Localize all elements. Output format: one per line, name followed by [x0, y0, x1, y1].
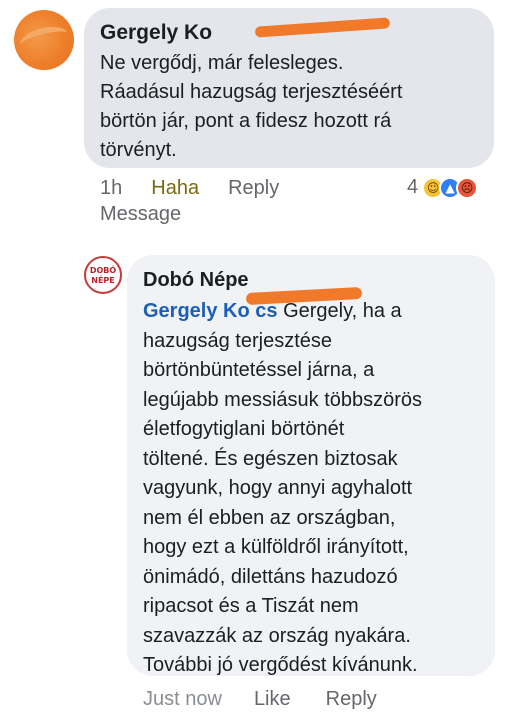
reply-bubble[interactable]: Dobó Népe Gergely Ko cs Gergely, ha a ha… — [127, 255, 495, 676]
reply-text-line: börtönbüntetéssel járna, a — [143, 359, 375, 381]
reply-text-line: További jó vergődést kívánunk. — [143, 654, 418, 676]
reaction-count: 4 — [407, 176, 419, 198]
comment-text-line: törvényt. — [100, 139, 177, 161]
reply-button[interactable]: Reply — [326, 686, 377, 712]
angry-reaction-icon: ☹ — [456, 176, 479, 199]
reply-text-line: legújabb messiásuk többszörös — [143, 388, 423, 411]
comment-actions: 1h Haha Reply — [100, 175, 308, 201]
comment-timestamp: 1h — [100, 177, 123, 199]
like-button[interactable]: Like — [254, 686, 291, 712]
comment-thread: Gergely Ko Ne vergődj, már felesleges. R… — [0, 0, 511, 720]
reply-button[interactable]: Reply — [228, 175, 279, 201]
avatar-logo-text: DOBÓ — [89, 266, 117, 275]
reply-text-segment: Gergely, ha a — [277, 300, 402, 322]
reply-text-line: szavazzák az ország nyakára. — [143, 624, 411, 647]
reply-text-line: életfogytiglani börtönét — [143, 418, 345, 440]
commenter-avatar[interactable] — [14, 10, 74, 70]
comment-bubble[interactable]: Gergely Ko Ne vergődj, már felesleges. R… — [84, 8, 494, 168]
comment-author-name[interactable]: Gergely Ko — [100, 20, 212, 46]
avatar-logo-text: NÉPE — [91, 276, 115, 285]
redaction-scribble — [18, 22, 70, 56]
reply-text-line: ripacsot és a Tiszát nem — [143, 595, 359, 617]
page-avatar[interactable]: DOBÓ NÉPE — [84, 256, 122, 294]
reply-text-line: vagyunk, hogy annyi agyhalott — [143, 477, 413, 499]
reply-text-line: önimádó, dilettáns hazudozó — [143, 565, 398, 588]
reply-timestamp: Just now — [143, 688, 222, 710]
name-redaction-mark — [254, 17, 391, 38]
reply-text-line: hazugság terjesztése — [143, 329, 333, 352]
comment-text-line: Ne vergődj, már felesleges. — [100, 52, 344, 74]
comment-text-line: Ráadásul hazugság terjesztéséért — [100, 81, 403, 103]
reply-text-line: nem él ebben az országban, — [143, 506, 396, 529]
comment-text: Ne vergődj, már felesleges. Ráadásul haz… — [100, 49, 480, 165]
reply-text-line: töltené. És egészen biztosak — [143, 447, 398, 470]
reply-text-line: hogy ezt a külföldről irányított, — [143, 536, 409, 558]
reaction-summary[interactable]: 4 ☺ ▲ ☹ — [407, 176, 479, 199]
comment-text-line: börtön jár, pont a fidesz hozott rá — [100, 110, 392, 132]
reply-text: Gergely Ko cs Gergely, ha a hazugság ter… — [143, 286, 473, 681]
message-button[interactable]: Message — [100, 203, 181, 226]
reply-actions: Just now Like Reply — [143, 686, 412, 712]
haha-reaction-button[interactable]: Haha — [151, 175, 199, 201]
